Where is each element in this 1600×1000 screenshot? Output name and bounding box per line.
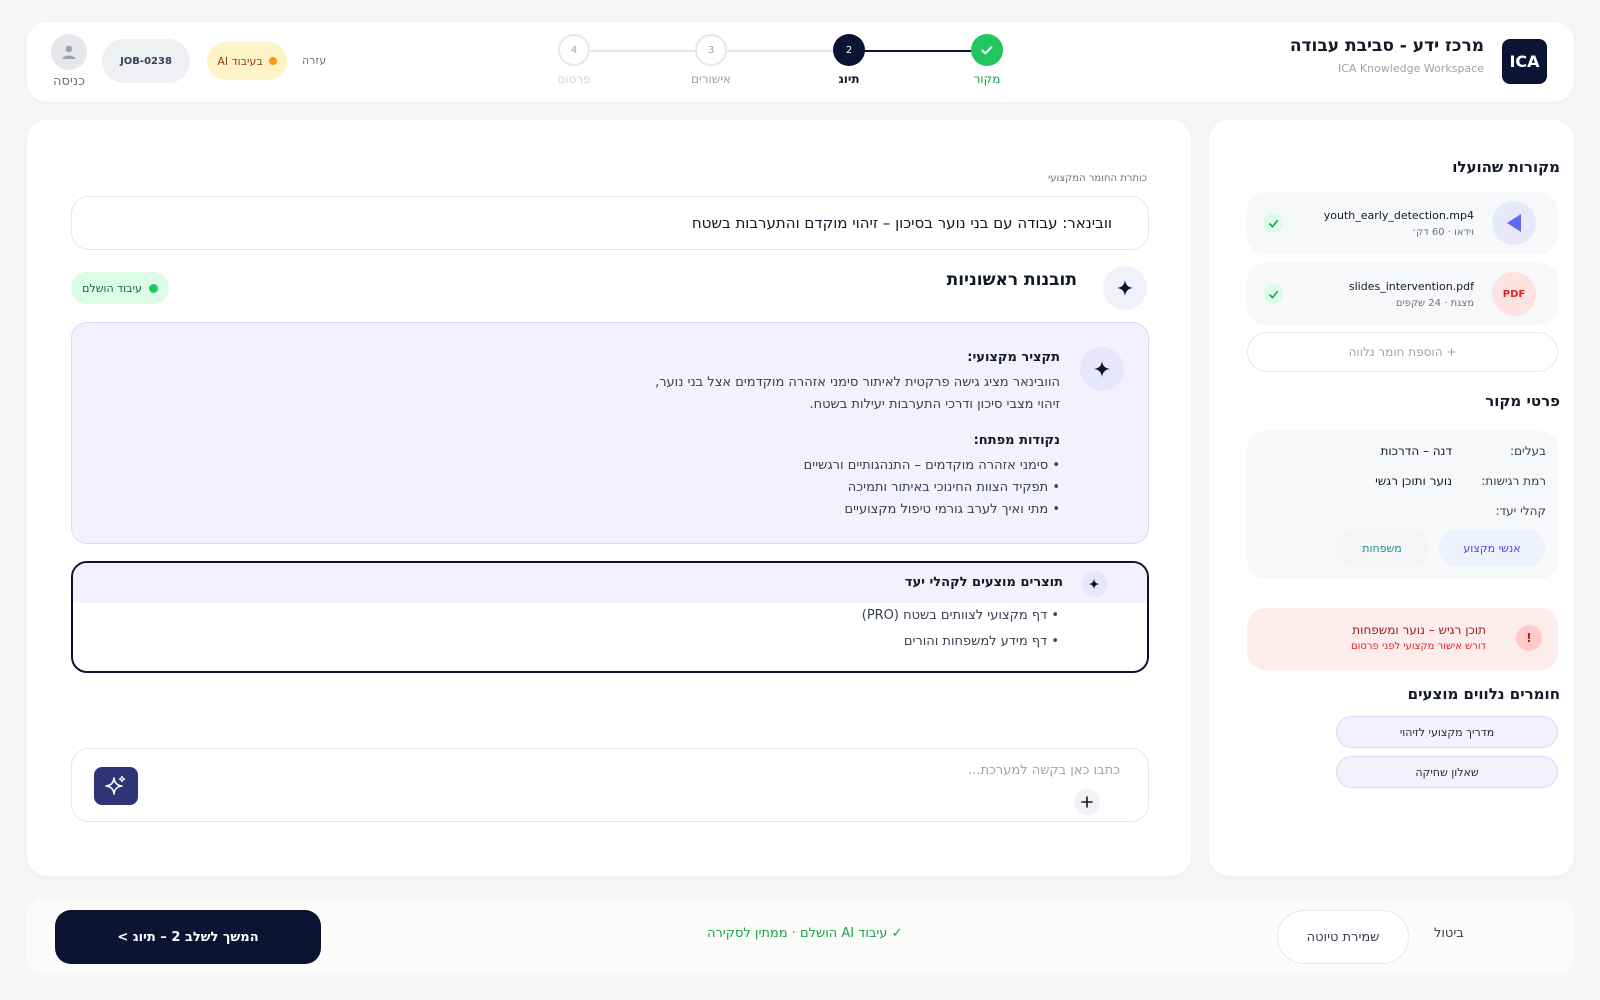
suggested-materials-title: חומרים נלווים מוצעים — [1407, 685, 1560, 703]
step-publish[interactable]: 4 פרסום — [539, 34, 609, 86]
prompt-box — [71, 748, 1149, 822]
check-icon — [1263, 284, 1283, 304]
summary-line: זיהוי מצבי סיכון ודרכי התערבות יעילות בש… — [809, 397, 1061, 412]
sources-title: מקורות שהועלו — [1452, 158, 1560, 176]
check-icon — [1263, 213, 1283, 233]
step-label: מקור — [973, 72, 1001, 86]
processing-status-badge: עיבוד הושלם — [71, 272, 169, 304]
file-item-video[interactable]: youth_early_detection.mp4 וידאו · 60 דק׳ — [1247, 192, 1558, 254]
step-label: פרסום — [557, 72, 591, 86]
title-field-label: כותרת החומר המקצועי — [1048, 173, 1147, 184]
audience-title: תוצרים מוצעים לקהלי יעד — [904, 575, 1063, 590]
step-source[interactable]: מקור — [952, 34, 1022, 86]
owner-label: בעלים: — [1510, 444, 1546, 458]
sparkle-icon — [1080, 347, 1124, 391]
sensitive-content-alert: ! תוכן רגיש – נוער ומשפחות דורש אישור מק… — [1247, 608, 1558, 670]
add-material-button[interactable]: + הוספת חומר נלווה — [1247, 332, 1558, 372]
ai-status-label: בעיבוד AI — [217, 54, 263, 68]
sensitivity-label: רמת רגישות: — [1481, 474, 1546, 488]
status-dot — [268, 57, 277, 65]
footer-bar: המשך לשלב 2 – תיוג > ✓ עיבוד AI הושלם · … — [27, 899, 1574, 975]
file-name: slides_intervention.pdf — [1348, 280, 1474, 293]
help-link[interactable]: עזרה — [302, 54, 326, 67]
footer-status: ✓ עיבוד AI הושלם · ממתין לסקירה — [707, 926, 903, 941]
file-item-pdf[interactable]: PDF slides_intervention.pdf מצגת · 24 שק… — [1247, 263, 1558, 325]
summary-text: תקציר מקצועי: הוובינאר מציג גישה פרקטית … — [360, 347, 1060, 521]
key-point: • סימני אזהרה מוקדמים – התנהגותיים ורגשי… — [803, 458, 1060, 473]
audience-products-card[interactable]: תוצרים מוצעים לקהלי יעד • דף מקצועי לצוו… — [71, 561, 1149, 673]
owner-value: דנה – הדרכות — [1380, 444, 1453, 458]
add-attachment-button[interactable] — [1074, 789, 1100, 815]
summary-card: תקציר מקצועי: הוובינאר מציג גישה פרקטית … — [71, 322, 1149, 544]
audience-chip-professionals[interactable]: אנשי מקצוע — [1439, 529, 1545, 567]
step-label: תיוג — [838, 72, 860, 86]
next-step-button[interactable]: המשך לשלב 2 – תיוג > — [55, 910, 321, 964]
play-icon — [1492, 201, 1536, 245]
job-id-badge: JOB-0238 — [102, 39, 190, 83]
key-point: • תפקיד הצוות החינוכי באיתור ותמיכה — [847, 480, 1060, 495]
summary-line: הוובינאר מציג גישה פרקטית לאיתור סימני א… — [655, 375, 1060, 390]
login-button[interactable]: כניסה — [51, 34, 87, 89]
audience-chip-families[interactable]: משפחות — [1335, 529, 1429, 567]
file-name: youth_early_detection.mp4 — [1323, 209, 1474, 222]
file-meta: וידאו · 60 דק׳ — [1412, 227, 1474, 238]
title-field[interactable]: וובינאר: עבודה עם בני נוער בסיכון – זיהו… — [71, 196, 1149, 250]
top-header: ICA מרכז ידע - סביבת עבודה ICA Knowledge… — [27, 22, 1574, 102]
source-details-card: בעלים: דנה – הדרכות רמת רגישות: נוער ותו… — [1247, 431, 1558, 579]
app-subtitle: ICA Knowledge Workspace — [1337, 62, 1484, 75]
sparkle-icon — [1081, 571, 1107, 597]
check-icon — [971, 34, 1003, 66]
step-approvals[interactable]: 3 אישורים — [676, 34, 746, 86]
step-tagging[interactable]: 2 תיוג — [814, 34, 884, 86]
status-dot — [148, 283, 158, 293]
app-title: מרכז ידע - סביבת עבודה — [1289, 36, 1484, 56]
sensitivity-value: נוער ותוכן רגשי — [1375, 474, 1452, 488]
prompt-input[interactable] — [420, 759, 1120, 781]
step-number: 3 — [695, 34, 727, 66]
audience-list: • דף מקצועי לצוותים בשטח (PRO) • דף מידע… — [862, 603, 1059, 655]
alert-subtitle: דורש אישור מקצועי לפני פרסום — [1351, 641, 1486, 652]
ai-sparkle-send-button[interactable] — [94, 767, 138, 805]
login-label: כניסה — [53, 74, 85, 89]
key-points-heading: נקודות מפתח: — [973, 433, 1060, 448]
ai-status-badge: בעיבוד AI — [207, 42, 287, 80]
key-point: • מתי ואיך לערב גורמי טיפול מקצועיים — [844, 502, 1061, 517]
cancel-button[interactable]: ביטול — [1434, 926, 1464, 941]
main-panel: כותרת החומר המקצועי וובינאר: עבודה עם בנ… — [27, 120, 1191, 876]
step-label: אישורים — [691, 72, 731, 86]
pdf-icon: PDF — [1492, 272, 1536, 316]
suggested-material-guide[interactable]: מדריך מקצועי לזיהוי — [1336, 716, 1558, 748]
save-draft-button[interactable]: שמירת טיוטה — [1277, 910, 1409, 964]
sparkle-icon — [1103, 266, 1147, 310]
step-number: 2 — [833, 34, 865, 66]
alert-title: תוכן רגיש – נוער ומשפחות — [1352, 623, 1486, 637]
summary-heading: תקציר מקצועי: — [967, 350, 1060, 365]
sidebar: מקורות שהועלו youth_early_detection.mp4 … — [1209, 120, 1574, 876]
user-icon — [51, 34, 87, 70]
suggested-material-questionnaire[interactable]: שאלון שחיקה — [1336, 756, 1558, 788]
app-logo: ICA — [1502, 39, 1547, 84]
list-item: • דף מידע למשפחות והורים — [903, 634, 1059, 649]
list-item: • דף מקצועי לצוותים בשטח (PRO) — [861, 608, 1059, 623]
insights-title: תובנות ראשוניות — [946, 270, 1077, 290]
details-title: פרטי מקור — [1485, 392, 1560, 410]
file-meta: מצגת · 24 שקפים — [1395, 298, 1474, 309]
step-number: 4 — [558, 34, 590, 66]
processing-status-label: עיבוד הושלם — [82, 281, 142, 295]
audiences-label: קהלי יעד: — [1495, 504, 1546, 518]
warning-icon: ! — [1516, 625, 1542, 651]
